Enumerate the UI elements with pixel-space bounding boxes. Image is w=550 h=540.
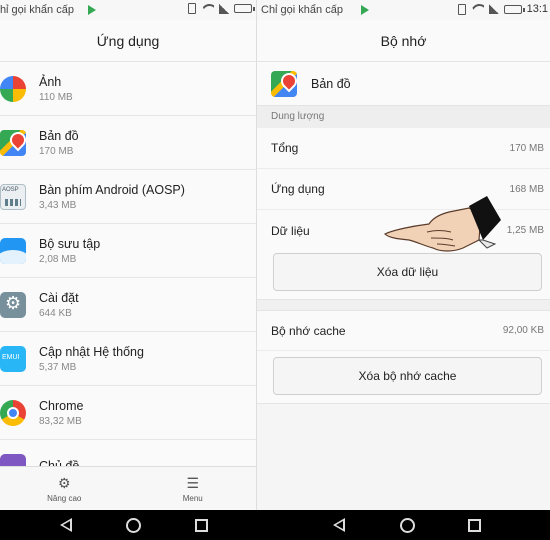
clear-cache-button[interactable]: Xóa bộ nhớ cache: [273, 357, 542, 395]
row-value: 170 MB: [509, 142, 544, 154]
app-header: Bản đồ: [257, 62, 550, 106]
app-size: 2,08 MB: [39, 253, 77, 265]
app-name: Bản đồ: [39, 128, 79, 143]
carrier-text: Chỉ gọi khẩn cấp: [0, 4, 74, 16]
section-header: Dung lượng: [257, 106, 550, 128]
recent-apps-icon[interactable]: [195, 519, 208, 532]
app-name: Bộ sưu tập: [39, 236, 101, 251]
app-size: 170 MB: [39, 145, 74, 157]
app-list: Ảnh 110 MB Bản đồ 170 MB Bàn phím Android …: [0, 62, 256, 494]
storage-screen: Chỉ gọi khẩn cấp 13:1 Bộ nhớ Bản đồ Dung…: [257, 0, 550, 510]
app-size: 110 MB: [39, 91, 73, 103]
back-icon[interactable]: [333, 518, 345, 532]
list-item-gallery[interactable]: Bộ sưu tập 2,08 MB: [0, 224, 256, 278]
app-size: 83,32 MB: [39, 415, 82, 427]
row-label: Dữ liệu: [271, 223, 310, 238]
app-name: Bàn phím Android (AOSP): [39, 182, 185, 197]
app-name: Cài đặt: [39, 290, 79, 305]
recent-apps-icon[interactable]: [468, 519, 481, 532]
menu-button[interactable]: ☰ Menu: [129, 467, 257, 510]
list-item-settings[interactable]: Cài đặt 644 KB: [0, 278, 256, 332]
gear-icon: ⚙: [57, 475, 71, 491]
carrier-text: Chỉ gọi khẩn cấp: [261, 4, 343, 16]
advanced-label: Nâng cao: [47, 494, 82, 503]
app-name: Bản đồ: [311, 76, 351, 91]
maps-icon: [271, 70, 297, 97]
battery-icon: [503, 4, 525, 14]
clock: 13:1: [526, 3, 548, 15]
signal-icon: [219, 3, 229, 14]
app-size: 644 KB: [39, 307, 72, 319]
system-navigation-bar: [0, 510, 550, 540]
keyboard-icon: [0, 183, 26, 210]
system-update-icon: [0, 345, 26, 372]
list-item-photos[interactable]: Ảnh 110 MB: [0, 62, 256, 116]
play-store-notification-icon: [88, 5, 96, 15]
list-item-system-update[interactable]: Cập nhật Hệ thống 5,37 MB: [0, 332, 256, 386]
maps-icon: [0, 129, 26, 156]
signal-icon: [488, 4, 499, 14]
row-value: 92,00 KB: [502, 325, 544, 336]
row-label: Bộ nhớ cache: [271, 323, 346, 338]
vibrate-icon: [188, 3, 196, 14]
pointing-hand-icon: [383, 196, 501, 252]
status-bar: Chỉ gọi khẩn cấp 13:1: [257, 0, 550, 20]
list-item-chrome[interactable]: Chrome 83,32 MB: [0, 386, 256, 440]
page-title: Bộ nhớ: [257, 20, 550, 62]
apps-screen: Chỉ gọi khẩn cấp Ứng dụng Ảnh 110 MB Bản …: [0, 0, 257, 510]
menu-label: Menu: [182, 494, 203, 503]
list-item-maps[interactable]: Bản đồ 170 MB: [0, 116, 256, 170]
app-name: Ảnh: [39, 74, 62, 89]
gallery-icon: [0, 237, 26, 264]
status-bar: Chỉ gọi khẩn cấp: [0, 0, 256, 20]
bottom-action-bar: ⚙ Nâng cao ☰ Menu: [0, 466, 257, 510]
app-size: 5,37 MB: [39, 361, 77, 373]
app-name: Cập nhật Hệ thống: [39, 344, 144, 359]
wifi-icon: [201, 4, 214, 14]
back-icon[interactable]: [60, 518, 72, 532]
list-item-keyboard[interactable]: Bàn phím Android (AOSP) 3,43 MB: [0, 170, 256, 224]
menu-icon: ☰: [186, 475, 200, 491]
chrome-icon: [0, 399, 26, 426]
photos-icon: [0, 75, 26, 102]
app-size: 3,43 MB: [39, 199, 77, 211]
play-store-notification-icon: [361, 5, 369, 15]
storage-row-total: Tổng 170 MB: [257, 128, 550, 169]
advanced-button[interactable]: ⚙ Nâng cao: [0, 467, 129, 510]
row-label: Tổng: [271, 141, 299, 155]
home-icon[interactable]: [400, 518, 415, 533]
row-value: 1,25 MB: [506, 225, 544, 236]
settings-icon: [0, 291, 26, 318]
app-name: Chrome: [39, 398, 84, 413]
row-value: 168 MB: [509, 183, 544, 195]
battery-icon: [234, 4, 255, 13]
home-icon[interactable]: [126, 518, 141, 533]
row-label: Ứng dụng: [271, 182, 325, 196]
storage-row-cache: Bộ nhớ cache 92,00 KB: [257, 310, 550, 351]
wifi-icon: [471, 4, 484, 14]
vibrate-icon: [457, 3, 466, 15]
page-title: Ứng dụng: [0, 20, 256, 62]
